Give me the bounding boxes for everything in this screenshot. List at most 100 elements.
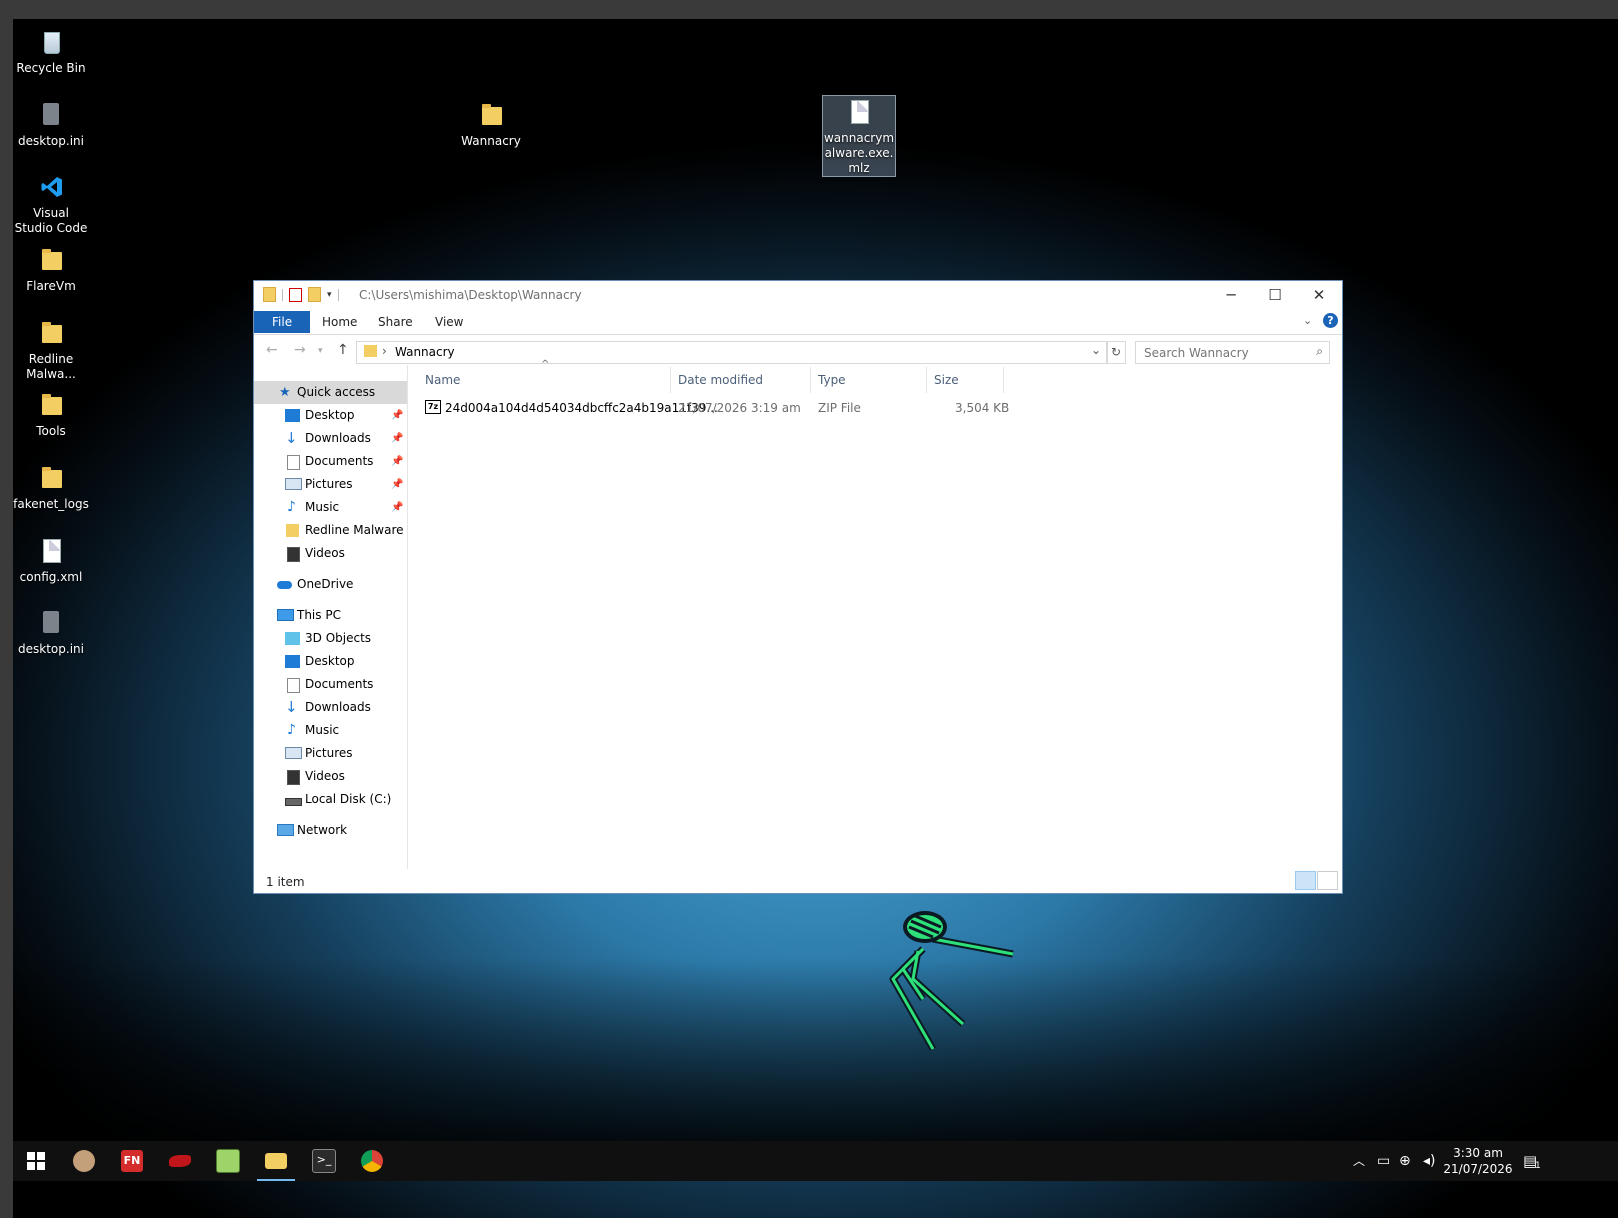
nav-item-downloads[interactable]: ↓ Downloads 📌 [254,427,407,450]
recent-locations-icon[interactable]: ▾ [318,346,323,356]
file-list: ^ Name Date modified Type Size 7z 24d004… [408,359,1342,869]
nav-this-pc[interactable]: This PC [254,604,407,627]
nav-item-pc-pictures[interactable]: Pictures [254,742,407,765]
nav-onedrive[interactable]: OneDrive [254,573,407,596]
tab-share[interactable]: Share [364,311,427,333]
file-size: 3,504 KB [955,401,1010,415]
pin-icon[interactable]: 📌 [391,427,403,450]
column-header-type[interactable]: Type [818,373,846,387]
maximize-button[interactable]: ☐ [1253,281,1297,309]
search-box[interactable]: ⌕ [1135,341,1330,364]
nav-item-3d-objects[interactable]: 3D Objects [254,627,407,650]
desktop-icon [285,409,300,422]
nav-item-music[interactable]: ♪ Music 📌 [254,496,407,519]
desktop-icon-tools[interactable]: Tools [13,389,89,439]
nav-item-pc-music[interactable]: ♪ Music [254,719,407,742]
taskbar-app-notepad-plus[interactable] [205,1141,251,1181]
search-input[interactable] [1142,345,1306,361]
back-button[interactable]: ← [266,342,278,358]
nav-item-desktop[interactable]: Desktop 📌 [254,404,407,427]
customize-qat-icon[interactable]: ▾ [327,290,332,300]
quick-access-toolbar: ▾ [263,287,339,302]
column-header-date[interactable]: Date modified [678,373,763,387]
nav-item-pc-downloads[interactable]: ↓ Downloads [254,696,407,719]
settings-file-icon [35,607,67,639]
breadcrumb[interactable]: Wannacry [395,345,455,359]
taskbar-app-file-explorer[interactable] [253,1141,299,1181]
nav-item-pc-desktop[interactable]: Desktop [254,650,407,673]
title-bar[interactable]: ▾ C:\Users\mishima\Desktop\Wannacry ─ ☐ … [254,281,1342,310]
desktop-icon-recycle-bin[interactable]: Recycle Bin [13,26,89,76]
nav-item-videos[interactable]: Videos [254,542,407,565]
desktop-icon-fakenet-logs[interactable]: fakenet_logs [13,462,89,512]
desktop-icon-desktop-ini-2[interactable]: desktop.ini [13,607,89,657]
pin-icon[interactable]: 📌 [391,473,403,496]
address-bar[interactable]: › Wannacry ⌄ [356,341,1108,364]
taskbar-app-fakenet[interactable]: FN [109,1141,155,1181]
details-view-button[interactable] [1295,871,1316,890]
file-explorer-icon [265,1153,287,1169]
desktop-icon-flarevm[interactable]: FlareVm [13,244,89,294]
show-hidden-icons-icon[interactable]: ︿ [1353,1141,1365,1181]
recycle-bin-icon [35,26,67,58]
large-icons-view-button[interactable] [1317,871,1338,890]
computer-icon [277,609,294,621]
pin-icon[interactable]: 📌 [391,496,403,519]
help-icon[interactable]: ? [1323,313,1338,328]
pin-icon[interactable]: 📌 [391,404,403,427]
nav-network[interactable]: Network [254,819,407,842]
desktop-icon-label: desktop.ini [18,134,84,148]
file-explorer-window[interactable]: ▾ C:\Users\mishima\Desktop\Wannacry ─ ☐ … [253,280,1343,894]
taskbar-app-pepper[interactable] [157,1141,203,1181]
breadcrumb-chevron-icon[interactable]: › [382,344,387,358]
nav-item-local-disk[interactable]: Local Disk (C:) [254,788,407,811]
desktop-icon-config-xml[interactable]: config.xml [13,535,89,585]
nav-item-redline[interactable]: Redline Malware Ar [254,519,407,542]
desktop-icon-wannacry-mlz[interactable]: wannacrymalware.exe.mlz [822,95,896,177]
refresh-button[interactable]: ↻ [1106,341,1126,364]
chevron-down-icon[interactable]: ⌄ [1091,343,1101,357]
download-icon: ↓ [285,698,298,716]
download-icon: ↓ [285,429,298,447]
taskbar-app-terminal[interactable]: >_ [301,1141,347,1181]
up-button[interactable]: ↑ [337,342,349,358]
desktop-icon-label: Visual Studio Code [14,206,88,235]
volume-icon[interactable]: ◂) [1423,1141,1436,1181]
pin-icon[interactable]: 📌 [391,450,403,473]
minimize-button[interactable]: ─ [1209,281,1253,309]
desktop-icon-vscode[interactable]: Visual Studio Code [13,171,89,236]
nav-item-pc-documents[interactable]: Documents [254,673,407,696]
desktop-icon-label: Redline Malwa... [26,352,76,381]
expand-ribbon-icon[interactable]: ⌄ [1303,314,1312,327]
properties-icon[interactable] [289,287,302,302]
forward-button[interactable]: → [294,342,306,358]
chrome-icon [361,1150,383,1172]
desktop-icon [285,655,300,668]
tab-home[interactable]: Home [308,311,371,333]
column-header-name[interactable]: Name [425,373,460,387]
music-icon: ♪ [287,722,296,738]
folder-icon [35,317,67,349]
battery-icon[interactable]: ▭ [1377,1141,1390,1181]
system-clock[interactable]: 3:30 am 21/07/2026 [1443,1145,1513,1177]
nav-item-pictures[interactable]: Pictures 📌 [254,473,407,496]
sort-ascending-icon: ^ [541,359,550,370]
column-header-size[interactable]: Size [934,373,959,387]
taskbar-app-chrome[interactable] [349,1141,395,1181]
globe-icon[interactable]: ⊕ [1399,1141,1411,1181]
status-bar-item-count: 1 item [266,875,305,889]
desktop-icon-redline[interactable]: Redline Malwa... [13,317,89,382]
desktop-icon-desktop-ini[interactable]: desktop.ini [13,99,89,149]
nav-item-documents[interactable]: Documents 📌 [254,450,407,473]
search-icon[interactable]: ⌕ [1316,344,1323,359]
desktop-icon-wannacry[interactable]: Wannacry [453,99,529,149]
start-button[interactable] [13,1141,59,1181]
tab-view[interactable]: View [421,311,477,333]
nav-quick-access[interactable]: ★ Quick access [254,381,407,404]
close-button[interactable]: ✕ [1297,281,1341,309]
taskbar-app-cutter[interactable] [61,1141,107,1181]
nav-item-pc-videos[interactable]: Videos [254,765,407,788]
tab-file[interactable]: File [254,311,311,333]
new-folder-icon[interactable] [308,287,321,302]
notepad-plus-icon [216,1149,240,1173]
